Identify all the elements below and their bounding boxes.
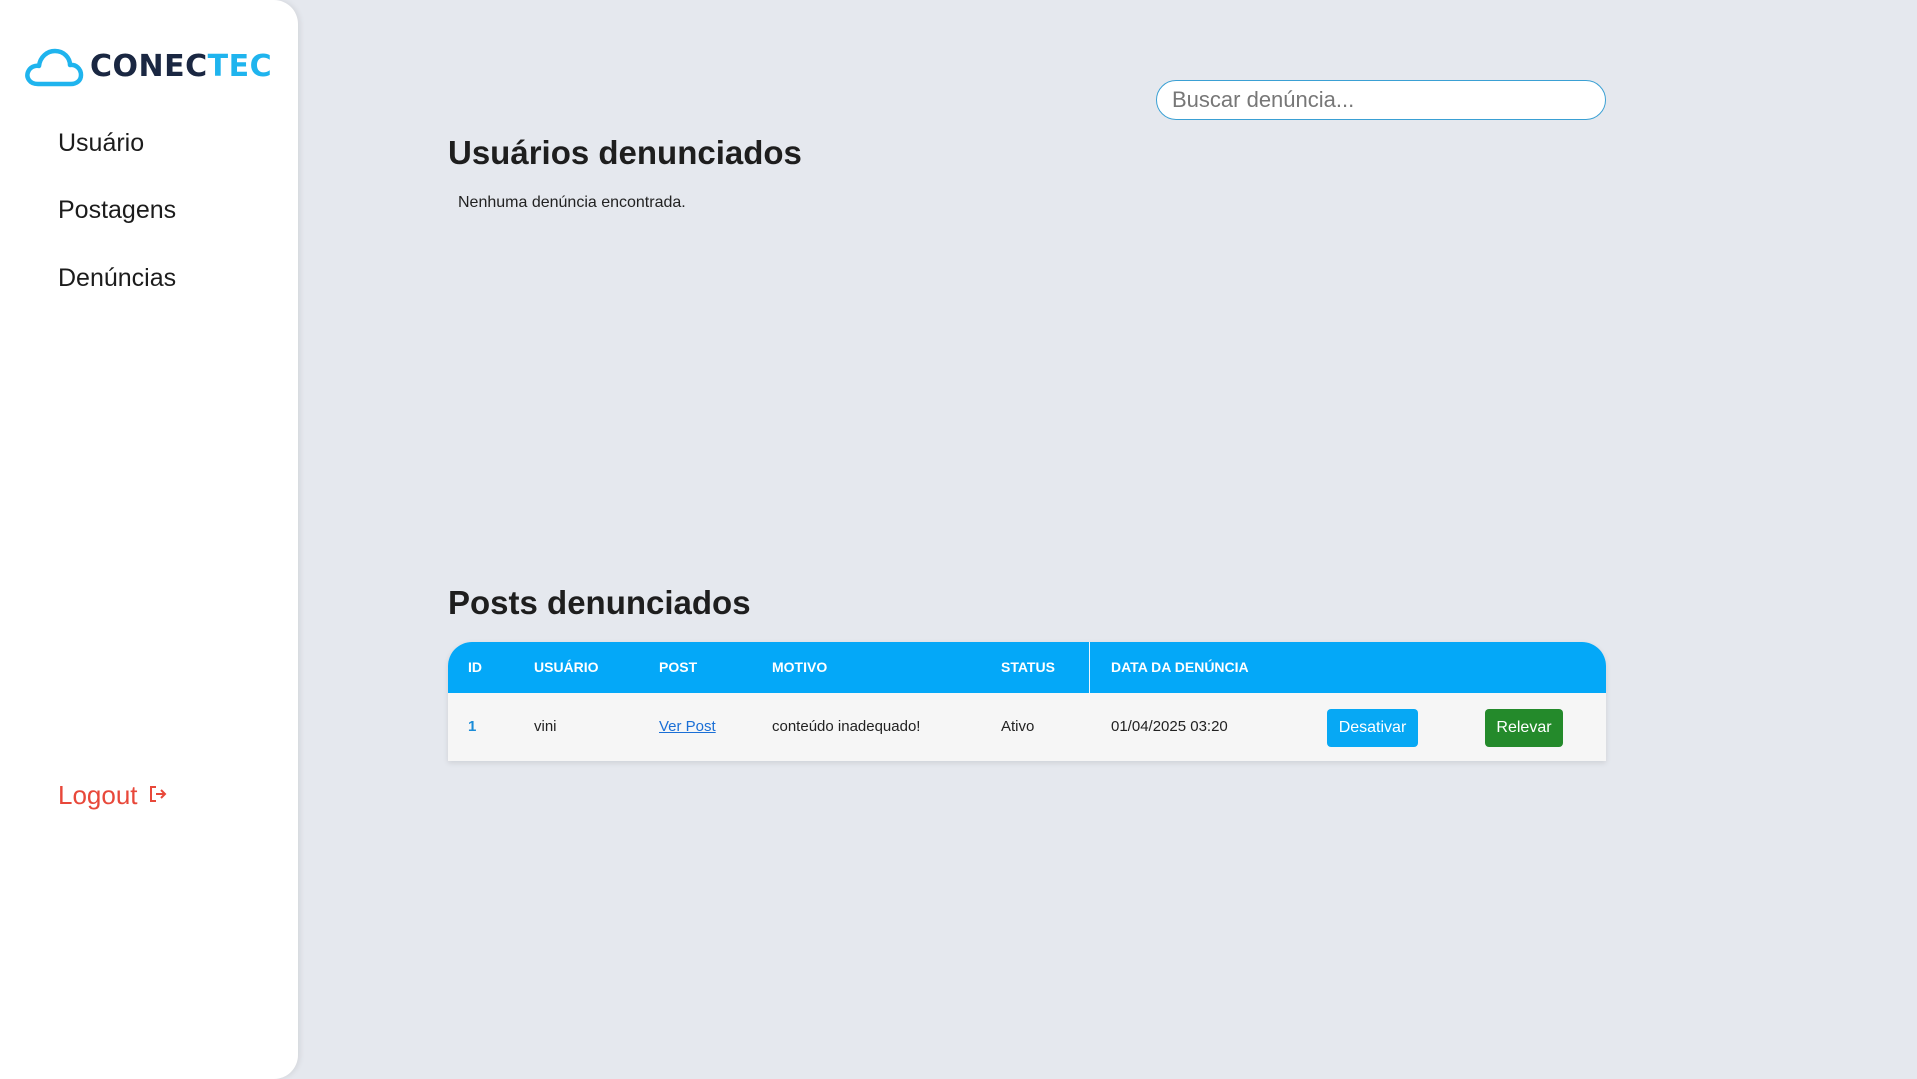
column-header-data: DATA DA DENÚNCIA: [1111, 659, 1249, 675]
column-divider: [1089, 642, 1090, 693]
sidebar-item-usuario[interactable]: Usuário: [58, 129, 144, 158]
sidebar-item-postagens[interactable]: Postagens: [58, 196, 176, 225]
table-row: 1 vini Ver Post conteúdo inadequado! Ati…: [448, 693, 1606, 761]
sidebar-item-denuncias[interactable]: Denúncias: [58, 264, 176, 293]
reported-posts-table: ID USUÁRIO POST MOTIVO STATUS DATA DA DE…: [448, 642, 1606, 761]
column-header-post: POST: [659, 659, 698, 675]
cloud-icon: [24, 46, 84, 88]
cell-status: Ativo: [1001, 718, 1035, 735]
column-header-usuario: USUÁRIO: [534, 659, 599, 675]
cell-reason: conteúdo inadequado!: [772, 718, 921, 735]
column-header-status: STATUS: [1001, 659, 1055, 675]
brand-name: CONECTEC: [90, 52, 272, 82]
reported-users-title: Usuários denunciados: [448, 134, 802, 171]
relevar-button[interactable]: Relevar: [1485, 709, 1563, 747]
empty-message: Nenhuma denúncia encontrada.: [458, 194, 686, 211]
reported-posts-title: Posts denunciados: [448, 584, 751, 621]
cell-user: vini: [534, 718, 557, 735]
logout-label: Logout: [58, 780, 138, 810]
column-header-id: ID: [468, 659, 482, 675]
sidebar: CONECTEC Usuário Postagens Denúncias Log…: [0, 0, 298, 1079]
logo[interactable]: CONECTEC: [24, 46, 272, 88]
logout-button[interactable]: Logout: [58, 780, 168, 811]
cell-date: 01/04/2025 03:20: [1111, 718, 1228, 735]
desativar-button[interactable]: Desativar: [1327, 709, 1418, 747]
brand-name-part2: TEC: [207, 49, 273, 84]
ver-post-link[interactable]: Ver Post: [659, 693, 716, 761]
table-header: ID USUÁRIO POST MOTIVO STATUS DATA DA DE…: [448, 642, 1606, 693]
search-input[interactable]: [1156, 80, 1606, 120]
brand-name-part1: CONEC: [90, 49, 208, 84]
logout-icon: [138, 780, 168, 811]
cell-id: 1: [468, 718, 477, 735]
column-header-motivo: MOTIVO: [772, 659, 828, 675]
